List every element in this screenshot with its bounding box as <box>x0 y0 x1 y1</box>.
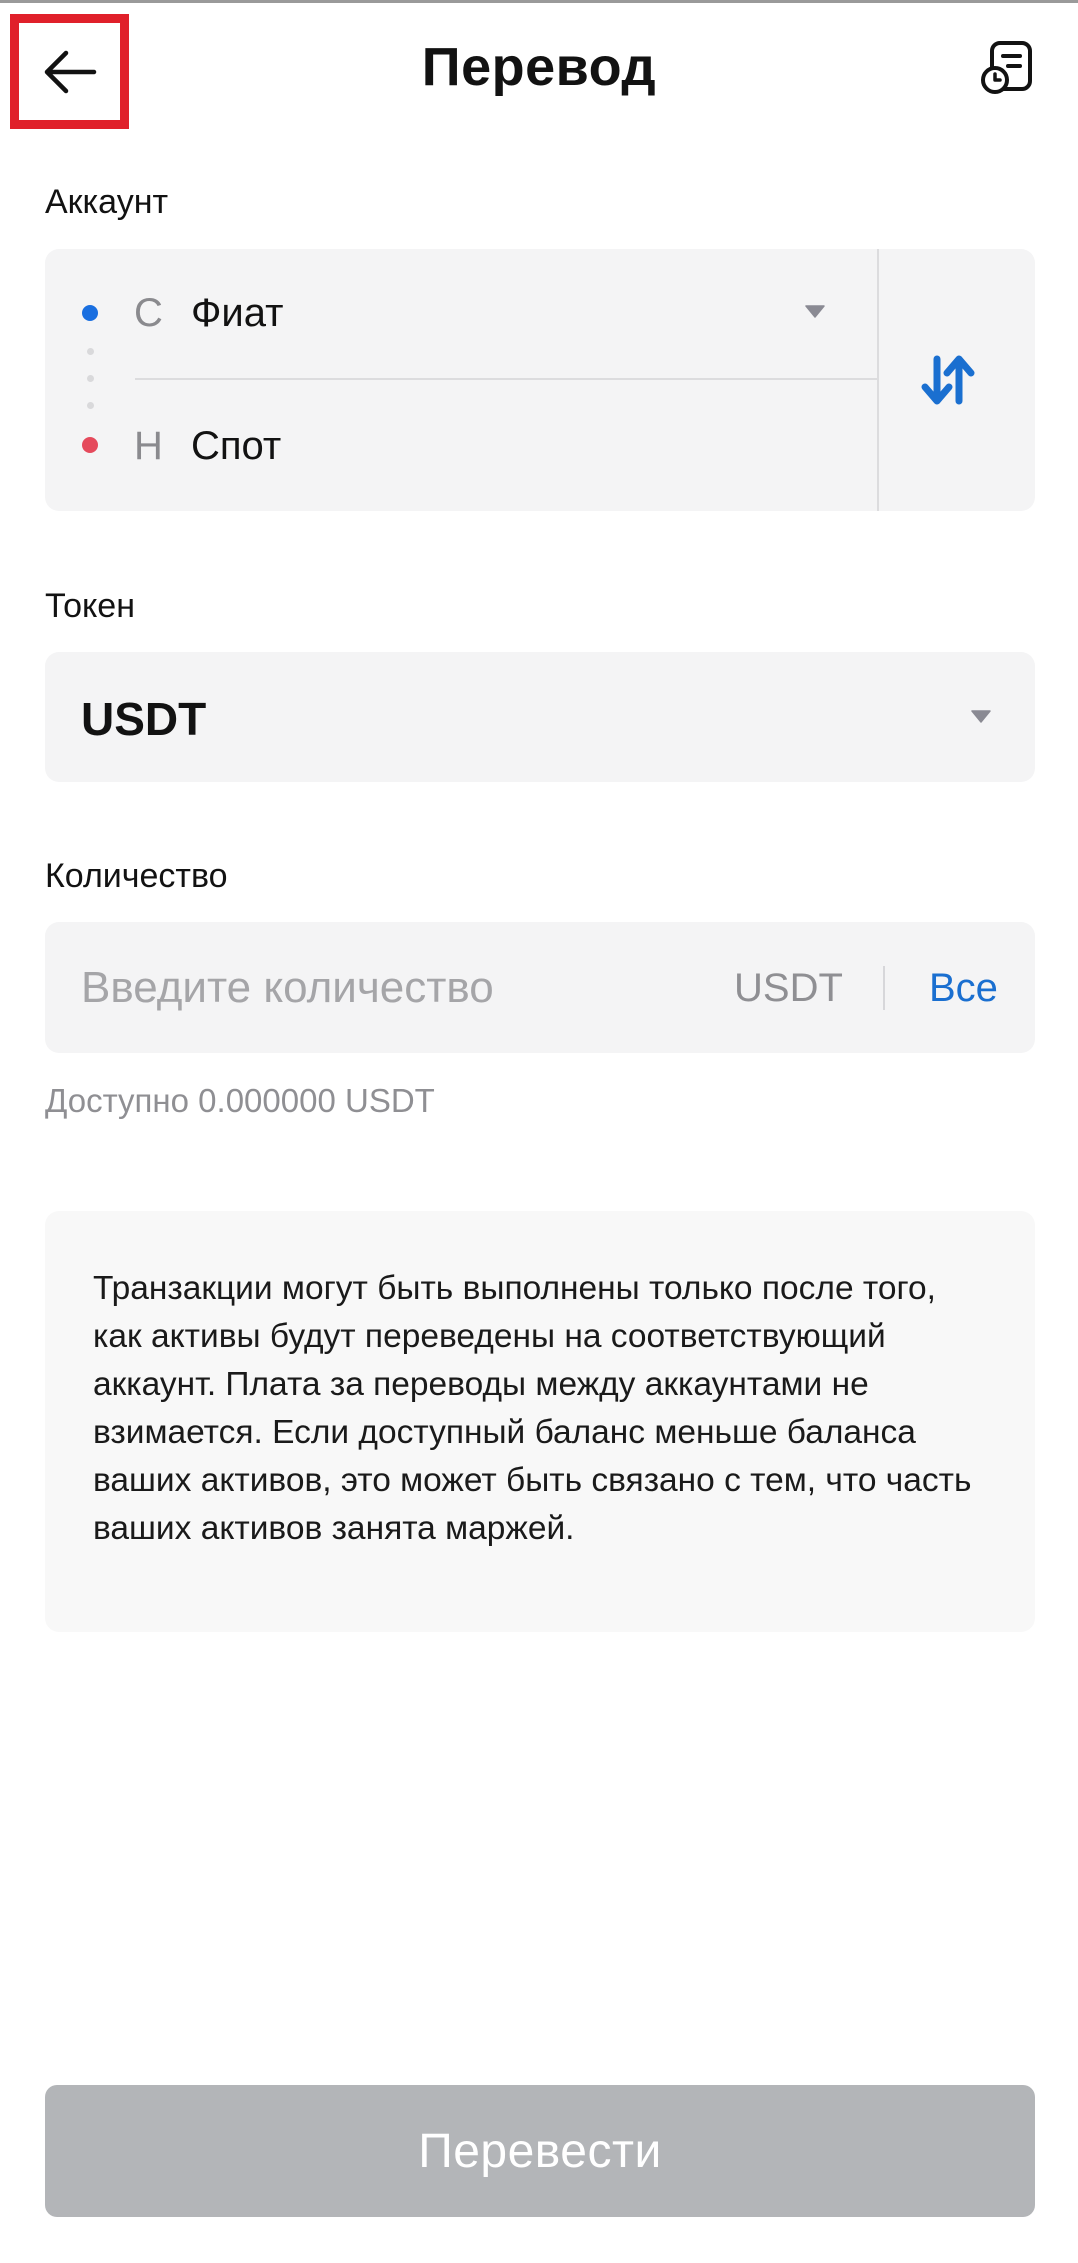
history-document-icon <box>981 41 1032 94</box>
to-account-row[interactable]: Н Спот <box>125 380 877 511</box>
from-account-dot <box>82 305 98 321</box>
amount-field: USDT Все <box>45 922 1035 1053</box>
chevron-down-icon <box>805 305 825 318</box>
amount-separator <box>883 966 885 1010</box>
transfer-screen: Перевод Аккаунт С Фиат Н Спот Токен USDT… <box>0 0 1078 2263</box>
history-button[interactable] <box>978 38 1038 98</box>
connector-dot <box>87 375 94 382</box>
token-select[interactable]: USDT <box>45 652 1035 782</box>
swap-arrows-icon <box>921 355 975 405</box>
transfer-button[interactable]: Перевести <box>45 2085 1035 2217</box>
amount-input[interactable] <box>81 956 701 1020</box>
page-title: Перевод <box>421 37 657 97</box>
account-label: Аккаунт <box>45 183 169 221</box>
token-value: USDT <box>81 693 207 745</box>
amount-label: Количество <box>45 857 228 895</box>
from-account-name: Фиат <box>191 291 284 335</box>
to-account-dot <box>82 437 98 453</box>
info-text: Транзакции могут быть выполнены только п… <box>93 1270 972 1547</box>
connector-dot <box>87 348 94 355</box>
connector-dot <box>87 402 94 409</box>
max-amount-button[interactable]: Все <box>929 966 998 1011</box>
swap-button[interactable] <box>915 347 981 413</box>
to-prefix: Н <box>134 424 163 468</box>
top-edge-line <box>0 0 1078 3</box>
token-label: Токен <box>45 587 135 625</box>
from-prefix: С <box>134 291 163 335</box>
from-account-row[interactable]: С Фиат <box>125 249 877 378</box>
info-notice: Транзакции могут быть выполнены только п… <box>45 1211 1035 1632</box>
swap-divider <box>877 249 879 511</box>
amount-unit: USDT <box>734 966 843 1010</box>
available-balance: Доступно 0.000000 USDT <box>45 1082 435 1119</box>
account-selector: С Фиат Н Спот <box>45 249 1035 511</box>
to-account-name: Спот <box>191 424 282 468</box>
chevron-down-icon <box>971 710 991 723</box>
